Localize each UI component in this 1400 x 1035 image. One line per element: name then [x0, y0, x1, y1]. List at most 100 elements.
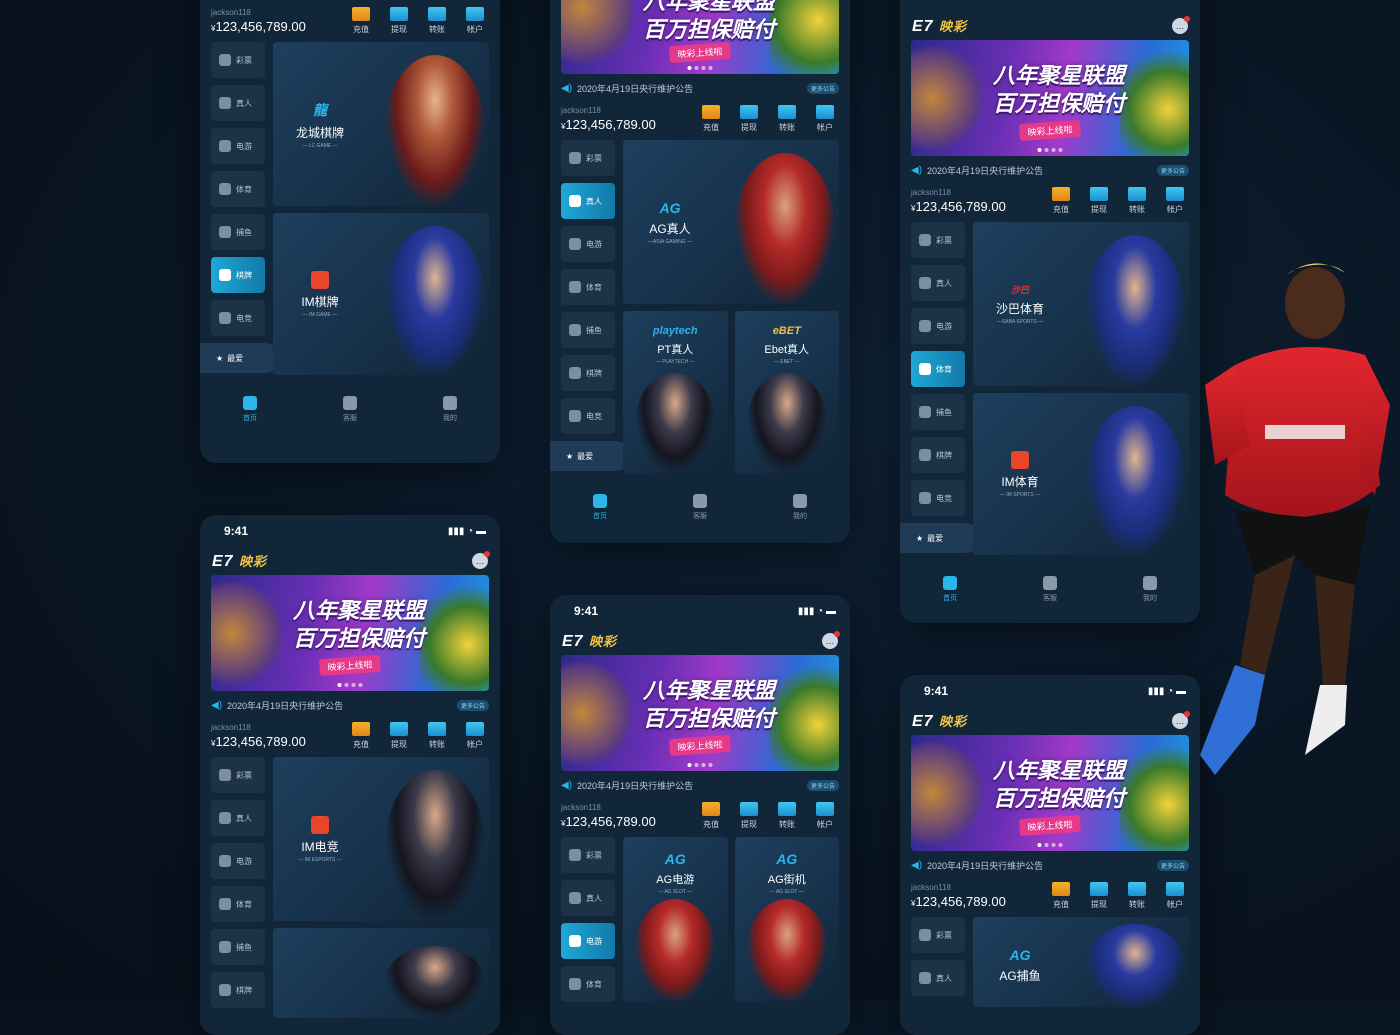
notice-bar[interactable]: ◀) 2020年4月19日央行维护公告 更多公告: [200, 695, 500, 715]
carousel-dots[interactable]: [337, 683, 363, 687]
game-card-esports-2[interactable]: [273, 928, 489, 1018]
game-card-pt-live[interactable]: playtech PT真人 — PLAYTECH —: [623, 311, 728, 473]
message-icon[interactable]: …: [1172, 16, 1190, 34]
game-card-im-sports[interactable]: IM体育 — IM SPORTS —: [973, 393, 1189, 555]
more-notices-button[interactable]: 更多公告: [456, 699, 489, 711]
message-icon[interactable]: …: [472, 551, 490, 569]
withdraw-button[interactable]: 提现: [735, 802, 763, 830]
sidebar-item-live[interactable]: 真人: [561, 880, 615, 916]
sidebar-item-fishing[interactable]: 捕鱼: [211, 929, 265, 965]
carousel-dots[interactable]: [687, 763, 713, 767]
withdraw-button[interactable]: 提现: [1085, 187, 1113, 215]
wallet-button[interactable]: 帐户: [461, 7, 489, 35]
sidebar-item-chess[interactable]: 棋牌: [561, 355, 615, 391]
sidebar-item-esports[interactable]: 电竞: [211, 300, 265, 336]
game-card-ebet-live[interactable]: eBET Ebet真人 — EBET —: [734, 311, 839, 473]
tab-support[interactable]: 客服: [343, 395, 357, 423]
tab-home[interactable]: 首页: [593, 493, 607, 521]
app-logo[interactable]: E7 映彩: [912, 711, 967, 731]
sidebar-item-slots[interactable]: 电游: [911, 308, 965, 344]
notice-bar[interactable]: ◀) 2020年4月19日央行维护公告 更多公告: [900, 855, 1200, 875]
sidebar-item-fishing[interactable]: 捕鱼: [211, 214, 265, 250]
sidebar-item-lottery[interactable]: 彩票: [561, 837, 615, 873]
transfer-button[interactable]: 转账: [423, 7, 451, 35]
more-notices-button[interactable]: 更多公告: [1156, 859, 1189, 871]
transfer-button[interactable]: 转账: [423, 722, 451, 750]
wallet-button[interactable]: 帐户: [1161, 187, 1189, 215]
sidebar-item-sports[interactable]: 体育: [561, 966, 615, 1002]
promo-banner[interactable]: 八年聚星联盟 百万担保赔付 映彩上线啦: [911, 735, 1189, 851]
deposit-button[interactable]: 充值: [697, 105, 725, 133]
favorites-button[interactable]: ★ 最爱: [550, 441, 630, 471]
withdraw-button[interactable]: 提现: [385, 7, 413, 35]
app-logo[interactable]: E7 映彩: [562, 631, 617, 651]
sidebar-item-chess[interactable]: 棋牌: [911, 437, 965, 473]
sidebar-item-chess[interactable]: 棋牌: [211, 257, 265, 293]
sidebar-item-lottery[interactable]: 彩票: [561, 140, 615, 176]
sidebar-item-slots[interactable]: 电游: [561, 923, 615, 959]
promo-banner[interactable]: 八年聚星联盟 百万担保赔付 映彩上线啦: [911, 40, 1189, 156]
withdraw-button[interactable]: 提现: [385, 722, 413, 750]
promo-banner[interactable]: 八年聚星联盟 百万担保赔付 映彩上线啦: [561, 655, 839, 771]
sidebar-item-live[interactable]: 真人: [211, 85, 265, 121]
sidebar-item-live[interactable]: 真人: [561, 183, 615, 219]
game-card-ag-slot[interactable]: AG AG电游 — AG SLOT —: [623, 837, 728, 1001]
message-icon[interactable]: …: [822, 631, 840, 649]
sidebar-item-lottery[interactable]: 彩票: [211, 42, 265, 78]
favorites-button[interactable]: ★ 最爱: [900, 523, 980, 553]
sidebar-item-lottery[interactable]: 彩票: [911, 917, 965, 953]
app-logo[interactable]: E7 映彩: [212, 551, 267, 571]
notice-bar[interactable]: ◀) 2020年4月19日央行维护公告 更多公告: [900, 160, 1200, 180]
favorites-button[interactable]: ★ 最爱: [200, 343, 280, 373]
game-card-ag-live[interactable]: AG AG真人 —ASIA GAMING —: [623, 140, 839, 304]
transfer-button[interactable]: 转账: [1123, 882, 1151, 910]
transfer-button[interactable]: 转账: [1123, 187, 1151, 215]
sidebar-item-esports[interactable]: 电竞: [911, 480, 965, 516]
game-card-lc-chess[interactable]: 龍龙城棋牌 — LC GAME —: [273, 42, 489, 206]
sidebar-item-sports[interactable]: 体育: [211, 886, 265, 922]
notice-bar[interactable]: ◀) 2020年4月19日央行维护公告 更多公告: [550, 775, 850, 795]
sidebar-item-slots[interactable]: 电游: [561, 226, 615, 262]
tab-home[interactable]: 首页: [243, 395, 257, 423]
message-icon[interactable]: …: [1172, 711, 1190, 729]
more-notices-button[interactable]: 更多公告: [1156, 164, 1189, 176]
promo-banner[interactable]: 八年聚星联盟 百万担保赔付 映彩上线啦: [211, 575, 489, 691]
carousel-dots[interactable]: [687, 66, 713, 70]
game-card-ag-fishing[interactable]: AG AG捕鱼: [973, 917, 1189, 1007]
transfer-button[interactable]: 转账: [773, 105, 801, 133]
deposit-button[interactable]: 充值: [347, 722, 375, 750]
sidebar-item-esports[interactable]: 电竞: [561, 398, 615, 434]
wallet-button[interactable]: 帐户: [1161, 882, 1189, 910]
tab-profile[interactable]: 我的: [1143, 575, 1157, 603]
game-card-ag-arcade[interactable]: AG AG街机 — AG SLOT —: [734, 837, 839, 1001]
tab-support[interactable]: 客服: [693, 493, 707, 521]
sidebar-item-lottery[interactable]: 彩票: [211, 757, 265, 793]
sidebar-item-chess[interactable]: 棋牌: [211, 972, 265, 1008]
withdraw-button[interactable]: 提现: [735, 105, 763, 133]
sidebar-item-lottery[interactable]: 彩票: [911, 222, 965, 258]
sidebar-item-live[interactable]: 真人: [211, 800, 265, 836]
tab-support[interactable]: 客服: [1043, 575, 1057, 603]
carousel-dots[interactable]: [1037, 843, 1063, 847]
wallet-button[interactable]: 帐户: [811, 105, 839, 133]
game-card-im-esports[interactable]: IM电竞 — IM ESPORTS —: [273, 757, 489, 921]
wallet-button[interactable]: 帐户: [461, 722, 489, 750]
sidebar-item-slots[interactable]: 电游: [211, 128, 265, 164]
game-card-im-chess[interactable]: IM棋牌 — IM GAME —: [273, 213, 489, 375]
sidebar-item-sports[interactable]: 体育: [911, 351, 965, 387]
app-logo[interactable]: E7 映彩: [912, 16, 967, 36]
sidebar-item-sports[interactable]: 体育: [211, 171, 265, 207]
tab-profile[interactable]: 我的: [443, 395, 457, 423]
deposit-button[interactable]: 充值: [697, 802, 725, 830]
deposit-button[interactable]: 充值: [1047, 882, 1075, 910]
sidebar-item-sports[interactable]: 体育: [561, 269, 615, 305]
sidebar-item-fishing[interactable]: 捕鱼: [561, 312, 615, 348]
transfer-button[interactable]: 转账: [773, 802, 801, 830]
tab-profile[interactable]: 我的: [793, 493, 807, 521]
deposit-button[interactable]: 充值: [1047, 187, 1075, 215]
sidebar-item-fishing[interactable]: 捕鱼: [911, 394, 965, 430]
sidebar-item-live[interactable]: 真人: [911, 265, 965, 301]
tab-home[interactable]: 首页: [943, 575, 957, 603]
carousel-dots[interactable]: [1037, 148, 1063, 152]
deposit-button[interactable]: 充值: [347, 7, 375, 35]
